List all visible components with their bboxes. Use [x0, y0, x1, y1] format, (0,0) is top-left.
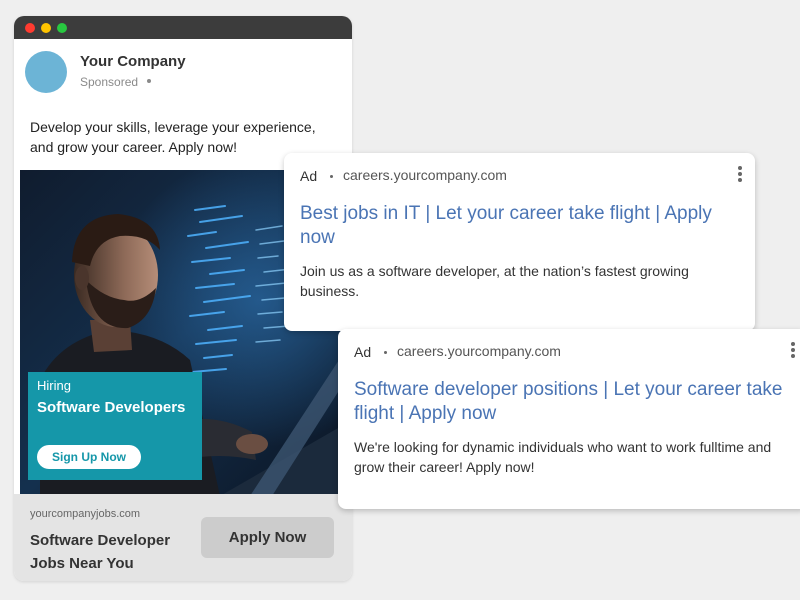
ad-headline-link[interactable]: Best jobs in IT | Let your career take f… [300, 202, 740, 250]
hiring-promo-box: Hiring Software Developers Sign Up Now [28, 372, 202, 480]
ad-url[interactable]: careers.yourcompany.com [343, 167, 507, 183]
sign-up-now-button[interactable]: Sign Up Now [37, 445, 141, 469]
ad-description: We're looking for dynamic individuals wh… [354, 439, 772, 475]
separator-dot [384, 351, 387, 354]
search-ad-card: Ad careers.yourcompany.com Software deve… [338, 329, 800, 509]
promo-title: Software Developers [37, 399, 186, 416]
more-options-icon[interactable] [737, 166, 743, 184]
ad-description: Join us as a software developer, at the … [300, 263, 689, 299]
search-ad-card: Ad careers.yourcompany.com Best jobs in … [284, 153, 755, 331]
minimize-window-dot[interactable] [41, 23, 51, 33]
ad-footer: yourcompanyjobs.com Software Developer J… [14, 494, 352, 581]
apply-now-button[interactable]: Apply Now [201, 517, 334, 558]
company-name[interactable]: Your Company [80, 53, 186, 70]
separator-dot [147, 79, 151, 83]
close-window-dot[interactable] [25, 23, 35, 33]
post-text: Develop your skills, leverage your exper… [30, 119, 316, 155]
sponsored-label: Sponsored [80, 75, 139, 89]
ad-label: Ad [354, 344, 372, 360]
ad-url[interactable]: careers.yourcompany.com [397, 343, 561, 359]
ad-headline-link[interactable]: Software developer positions | Let your … [354, 378, 794, 426]
hiring-label: Hiring [37, 378, 71, 393]
footer-domain[interactable]: yourcompanyjobs.com [30, 508, 140, 520]
footer-headline[interactable]: Software Developer Jobs Near You [30, 529, 198, 575]
window-titlebar [14, 16, 352, 39]
company-avatar[interactable] [25, 51, 67, 93]
more-options-icon[interactable] [790, 342, 796, 360]
separator-dot [330, 175, 333, 178]
maximize-window-dot[interactable] [57, 23, 67, 33]
ad-label: Ad [300, 168, 318, 184]
